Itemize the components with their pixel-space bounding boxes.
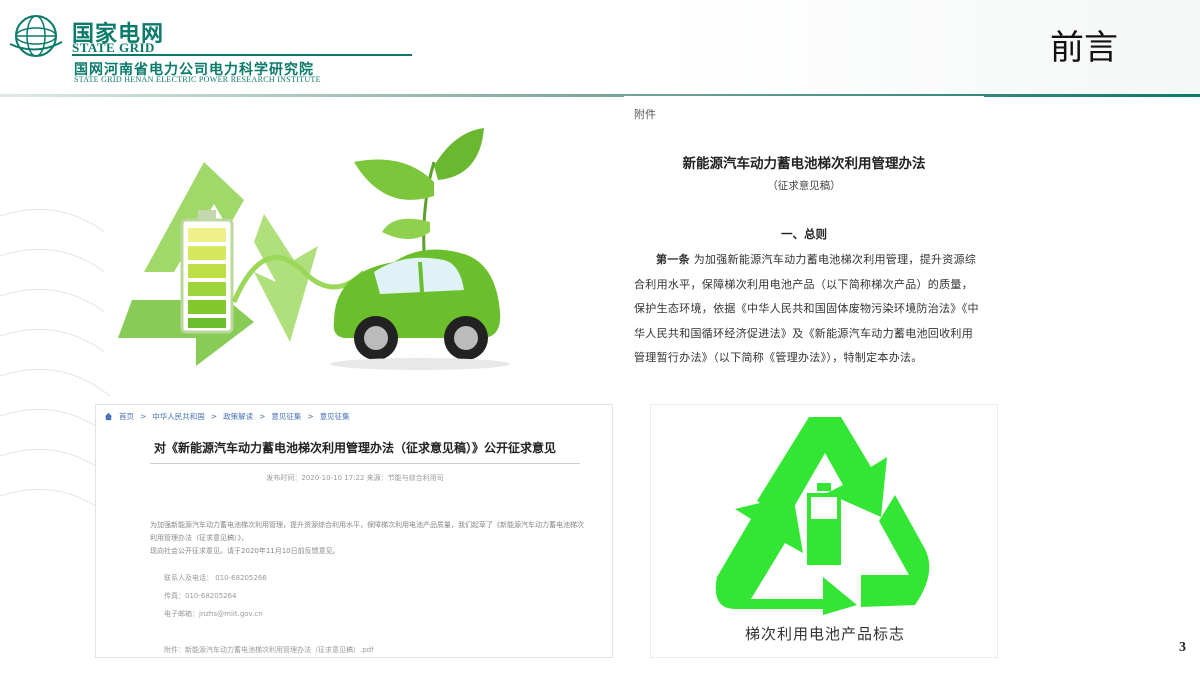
recycle-battery-icon [715, 417, 930, 615]
brand-divider [72, 54, 412, 56]
contact-email[interactable]: 电子邮箱：jnzhs@miit.gov.cn [164, 609, 263, 619]
contact-person: 联系人及电话： 010-68205266 [164, 574, 267, 582]
doc-article-paragraph: 第一条 为加强新能源汽车动力蓄电池梯次利用管理，提升资源综合利用水平，保障梯次利… [634, 248, 979, 371]
battery-car-illustration [104, 122, 542, 386]
policy-document-excerpt: 附件 新能源汽车动力蓄电池梯次利用管理办法 （征求意见稿） 一、总则 第一条 为… [624, 96, 984, 396]
webpage-title: 对《新能源汽车动力蓄电池梯次利用管理办法（征求意见稿）》公开征求意见 [153, 441, 556, 455]
doc-section-heading: 一、总则 [781, 227, 827, 241]
doc-subtitle: （征求意见稿） [767, 180, 841, 192]
miit-webpage-screenshot: 首页 > 中华人民共和国 > 政策解读 > 意见征集 > 意见征集 对《新能源汽车动力蓄… [95, 404, 613, 658]
doc-attachment-label: 附件 [634, 108, 656, 121]
breadcrumb-item[interactable]: 中华人民共和国 [152, 411, 205, 422]
header-divider [0, 94, 1200, 97]
breadcrumb-item[interactable]: 政策解读 [223, 411, 253, 422]
contact-fax: 传真：010-68205264 [164, 592, 237, 600]
home-icon [104, 412, 113, 421]
breadcrumb-item[interactable]: 首页 [119, 411, 134, 422]
webpage-divider [150, 463, 580, 464]
state-grid-logo-icon [9, 15, 63, 57]
breadcrumb-item[interactable]: 意见征集 [271, 411, 301, 422]
battery-recycle-car-icon [118, 128, 510, 370]
webpage-body-line: 现向社会公开征求意见。请于2020年11月10日前反馈意见。 [150, 547, 340, 555]
attachment-link[interactable]: 附件：新能源汽车动力蓄电池梯次利用管理办法（征求意见稿）.pdf [164, 645, 374, 655]
cascade-battery-logo: 梯次利用电池产品标志 [650, 404, 998, 658]
breadcrumb: 首页 > 中华人民共和国 > 政策解读 > 意见征集 > 意见征集 [104, 411, 350, 422]
doc-title: 新能源汽车动力蓄电池梯次利用管理办法 [682, 156, 926, 172]
webpage-body: 为加强新能源汽车动力蓄电池梯次利用管理，提升资源综合利用水平，保障梯次利用电池产… [150, 519, 590, 558]
doc-article-label: 第一条 [656, 253, 690, 266]
breadcrumb-item[interactable]: 意见征集 [320, 411, 350, 422]
institute-name-en: STATE GRID HENAN ELECTRIC POWER RESEARCH… [74, 75, 321, 84]
doc-article-text: 为加强新能源汽车动力蓄电池梯次利用管理，提升资源综合利用水平，保障梯次利用电池产… [634, 253, 979, 364]
webpage-meta: 发布时间：2020-10-10 17:22 来源：节能与综合利用司 [266, 474, 444, 482]
webpage-body-line: 为加强新能源汽车动力蓄电池梯次利用管理，提升资源综合利用水平，保障梯次利用电池产… [150, 521, 584, 542]
page-title: 前言 [1050, 28, 1118, 68]
recycle-logo-caption: 梯次利用电池产品标志 [744, 625, 905, 643]
page-number: 3 [1179, 640, 1186, 655]
